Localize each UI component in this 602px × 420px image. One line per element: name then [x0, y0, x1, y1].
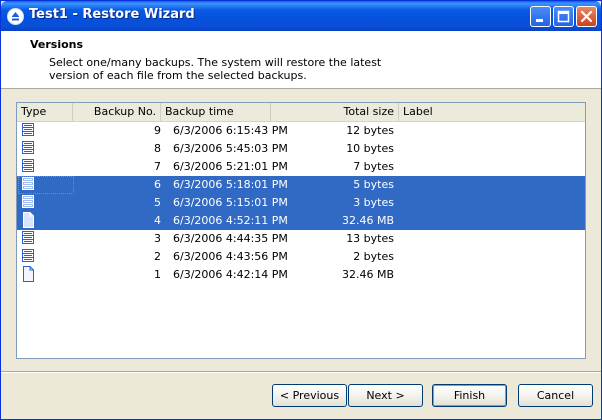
maximize-button[interactable]: [553, 6, 574, 27]
window-title: Test1 - Restore Wizard: [29, 7, 195, 22]
stacked-files-icon: [21, 230, 35, 248]
column-header-backup-time[interactable]: Backup time: [161, 103, 271, 121]
backup-number: 8: [154, 142, 161, 155]
next-button[interactable]: Next >: [348, 384, 423, 407]
table-row[interactable]: 3 6/3/2006 4:44:35 PM 13 bytes: [17, 230, 585, 248]
table-row[interactable]: 7 6/3/2006 5:21:01 PM 7 bytes: [17, 158, 585, 176]
stacked-files-icon: [21, 158, 35, 176]
stacked-files-icon: [21, 194, 35, 212]
total-size: 32.46 MB: [341, 214, 394, 227]
page-description: Select one/many backups. The system will…: [49, 56, 382, 82]
backup-number: 1: [154, 268, 161, 281]
total-size: 10 bytes: [346, 142, 394, 155]
backup-number: 6: [154, 178, 161, 191]
column-header-label[interactable]: Label: [399, 103, 585, 121]
backup-number: 9: [154, 124, 161, 137]
total-size: 2 bytes: [353, 250, 394, 263]
file-icon: [21, 212, 35, 230]
cancel-button[interactable]: Cancel: [518, 384, 593, 407]
total-size: 5 bytes: [353, 178, 394, 191]
table-row[interactable]: 8 6/3/2006 5:45:03 PM 10 bytes: [17, 140, 585, 158]
column-header-total-size[interactable]: Total size: [271, 103, 399, 121]
table-row[interactable]: 9 6/3/2006 6:15:43 PM 12 bytes: [17, 122, 585, 140]
finish-label: Finish: [453, 389, 486, 402]
column-header-backup-no[interactable]: Backup No.: [73, 103, 161, 121]
table-row[interactable]: 2 6/3/2006 4:43:56 PM 2 bytes: [17, 248, 585, 266]
backup-number: 4: [154, 214, 161, 227]
backup-number: 7: [154, 160, 161, 173]
minimize-button[interactable]: [530, 6, 551, 27]
focus-rectangle: [18, 176, 74, 194]
total-size: 13 bytes: [346, 232, 394, 245]
total-size: 3 bytes: [353, 196, 394, 209]
table-row[interactable]: 1 6/3/2006 4:42:14 PM 32.46 MB: [17, 266, 585, 284]
wizard-header: Versions Select one/many backups. The sy…: [1, 31, 601, 89]
table-row[interactable]: 4 6/3/2006 4:52:11 PM 32.46 MB: [17, 212, 585, 230]
total-size: 7 bytes: [353, 160, 394, 173]
backup-number: 2: [154, 250, 161, 263]
table-row[interactable]: 5 6/3/2006 5:15:01 PM 3 bytes: [17, 194, 585, 212]
table-row[interactable]: 6 6/3/2006 5:18:01 PM 5 bytes: [17, 176, 585, 194]
footer-separator: [1, 371, 601, 373]
restore-wizard-window: Test1 - Restore Wizard Versions Select o…: [0, 0, 602, 420]
total-size: 32.46 MB: [341, 268, 394, 281]
stacked-files-icon: [21, 122, 35, 140]
list-rows: 9 6/3/2006 6:15:43 PM 12 bytes 8 6/3/2006 5:…: [17, 122, 585, 284]
page-title: Versions: [30, 38, 84, 51]
next-label: Next >: [366, 389, 405, 402]
versions-list[interactable]: Type Backup No. Backup time Total size L…: [16, 102, 586, 359]
backup-number: 3: [154, 232, 161, 245]
title-bar[interactable]: Test1 - Restore Wizard: [1, 1, 601, 31]
column-header-type[interactable]: Type: [17, 103, 73, 121]
previous-button[interactable]: < Previous: [272, 384, 347, 407]
close-button[interactable]: [576, 6, 597, 27]
backup-number: 5: [154, 196, 161, 209]
file-icon: [21, 266, 35, 284]
list-header: Type Backup No. Backup time Total size L…: [17, 103, 585, 122]
stacked-files-icon: [21, 248, 35, 266]
total-size: 12 bytes: [346, 124, 394, 137]
finish-button[interactable]: Finish: [432, 384, 507, 407]
stacked-files-icon: [21, 140, 35, 158]
app-icon: [7, 8, 24, 25]
